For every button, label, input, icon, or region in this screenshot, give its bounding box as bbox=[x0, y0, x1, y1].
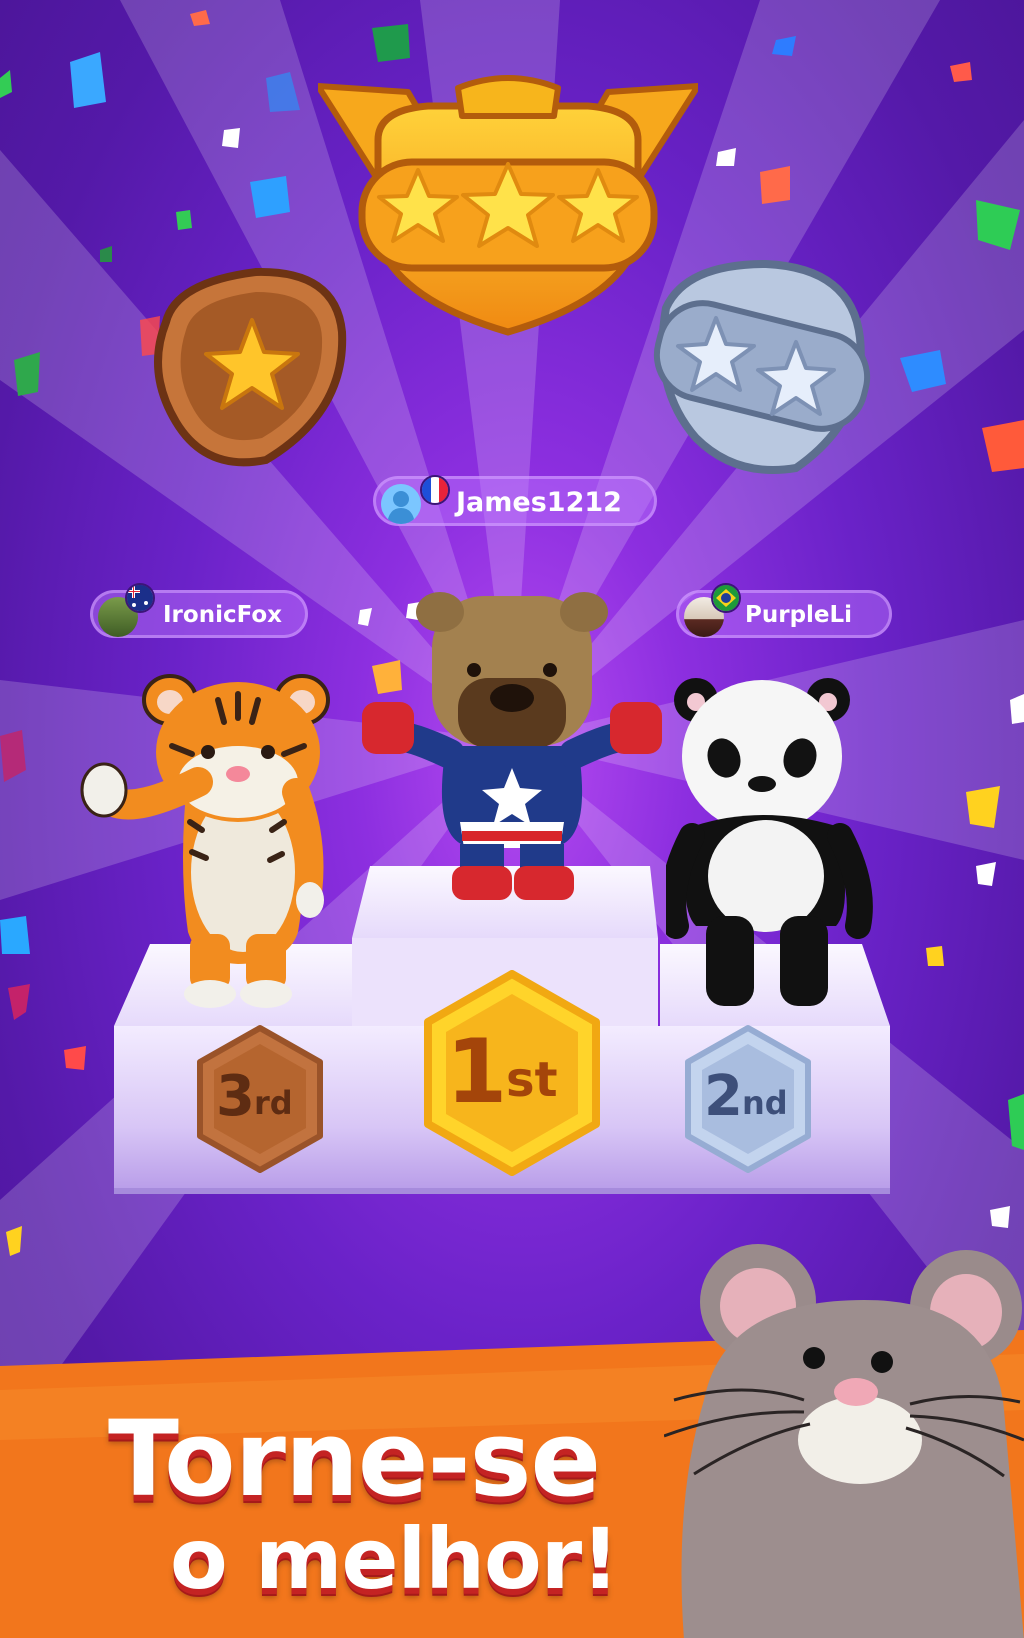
rank-suffix: st bbox=[506, 1052, 558, 1108]
rank-badge-third: 3 rd bbox=[194, 1024, 326, 1178]
rank-suffix: rd bbox=[254, 1084, 293, 1122]
rank-number: 2 bbox=[704, 1064, 743, 1129]
tiger-character-icon bbox=[80, 674, 330, 1008]
rank-badge-second: 2 nd bbox=[682, 1024, 814, 1178]
headline-line-1: Torne-se bbox=[108, 1398, 601, 1520]
panda-character-icon bbox=[666, 678, 873, 1006]
rank-number: 1 bbox=[446, 1020, 508, 1123]
rank-badge-first: 1 st bbox=[422, 970, 602, 1180]
headline-line-2: o melhor! bbox=[170, 1510, 619, 1608]
rank-suffix: nd bbox=[742, 1084, 788, 1122]
mouse-mascot-icon bbox=[664, 1244, 1024, 1638]
rank-number: 3 bbox=[216, 1064, 255, 1129]
bear-superhero-character-icon bbox=[362, 592, 662, 900]
promo-screen: James1212 IronicFox PurpleLi 3 rd 1 st 2… bbox=[0, 0, 1024, 1638]
